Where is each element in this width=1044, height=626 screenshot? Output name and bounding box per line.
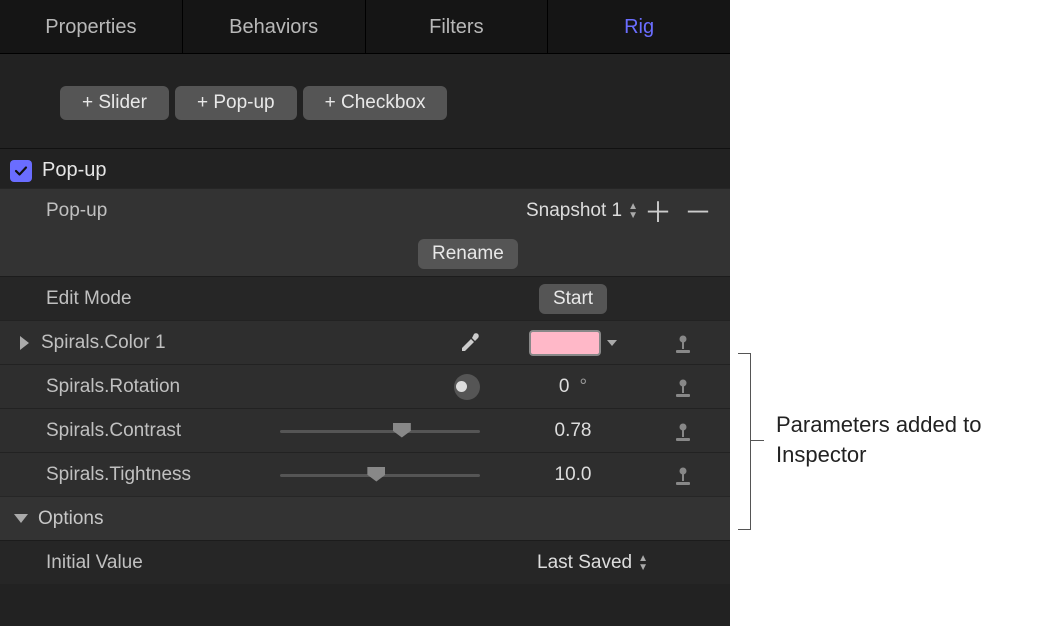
param-color-label: Spirals.Color 1 [41,332,166,354]
param-tightness-row: Spirals.Tightness 10.0 [0,452,730,496]
initial-value-label: Initial Value [46,552,296,574]
param-rotation-label: Spirals.Rotation [46,376,221,398]
contrast-value[interactable]: 0.78 [555,420,592,442]
popup-section-header: Pop-up [0,149,730,188]
snapshot-select[interactable]: Snapshot 1 ▲▼ [526,200,638,222]
popup-label: Pop-up [46,200,296,222]
rename-row: Rename [0,232,730,276]
initial-value-row: Initial Value Last Saved ▲▼ [0,540,730,584]
tab-filters[interactable]: Filters [366,0,549,53]
add-popup-button[interactable]: + Pop-up [175,86,297,120]
popup-section-title: Pop-up [42,159,107,182]
tightness-slider[interactable] [280,465,480,485]
eyedropper-icon[interactable] [458,331,482,355]
annotation-callout: Parameters added to Inspector [730,350,1006,530]
inspector-panel: Properties Behaviors Filters Rig + Slide… [0,0,730,626]
stepper-arrows-icon: ▲▼ [628,203,638,219]
bracket-icon [738,353,768,528]
options-label: Options [38,508,103,530]
initial-value-text: Last Saved [537,552,632,574]
add-widget-row: + Slider + Pop-up + Checkbox [0,54,730,148]
tab-properties[interactable]: Properties [0,0,183,53]
options-header-row[interactable]: Options [0,496,730,540]
rename-button[interactable]: Rename [418,239,518,269]
popup-enable-checkbox[interactable] [10,160,32,182]
annotation-text: Parameters added to Inspector [776,410,1006,469]
rotation-dial[interactable] [454,374,480,400]
edit-mode-label: Edit Mode [46,288,296,310]
param-contrast-row: Spirals.Contrast 0.78 [0,408,730,452]
chevron-down-icon[interactable] [607,340,617,346]
joystick-icon[interactable] [673,376,693,398]
disclosure-triangle-down-icon [14,514,28,523]
param-tightness-label: Spirals.Tightness [46,464,221,486]
edit-mode-start-button[interactable]: Start [539,284,607,314]
rotation-value[interactable]: 0 [559,376,570,398]
param-contrast-label: Spirals.Contrast [46,420,221,442]
degree-unit: ° [579,376,587,398]
joystick-icon[interactable] [673,332,693,354]
inspector-tabs: Properties Behaviors Filters Rig [0,0,730,54]
joystick-icon[interactable] [673,464,693,486]
add-checkbox-button[interactable]: + Checkbox [303,86,448,120]
snapshot-add-button[interactable]: ＋ [644,191,672,231]
edit-mode-row: Edit Mode Start [0,276,730,320]
stepper-arrows-icon: ▲▼ [638,555,648,571]
param-color-row: Spirals.Color 1 [0,320,730,364]
initial-value-select[interactable]: Last Saved ▲▼ [537,552,648,574]
snapshot-value: Snapshot 1 [526,200,622,222]
color-swatch[interactable] [529,330,601,356]
tab-behaviors[interactable]: Behaviors [183,0,366,53]
snapshot-remove-button[interactable]: － [684,191,712,231]
popup-snapshot-row: Pop-up Snapshot 1 ▲▼ ＋ － [0,188,730,232]
tightness-value[interactable]: 10.0 [555,464,592,486]
joystick-icon[interactable] [673,420,693,442]
tab-rig[interactable]: Rig [548,0,730,53]
disclosure-triangle-icon[interactable] [20,336,29,350]
contrast-slider[interactable] [280,421,480,441]
add-slider-button[interactable]: + Slider [60,86,169,120]
param-rotation-row: Spirals.Rotation 0 ° [0,364,730,408]
